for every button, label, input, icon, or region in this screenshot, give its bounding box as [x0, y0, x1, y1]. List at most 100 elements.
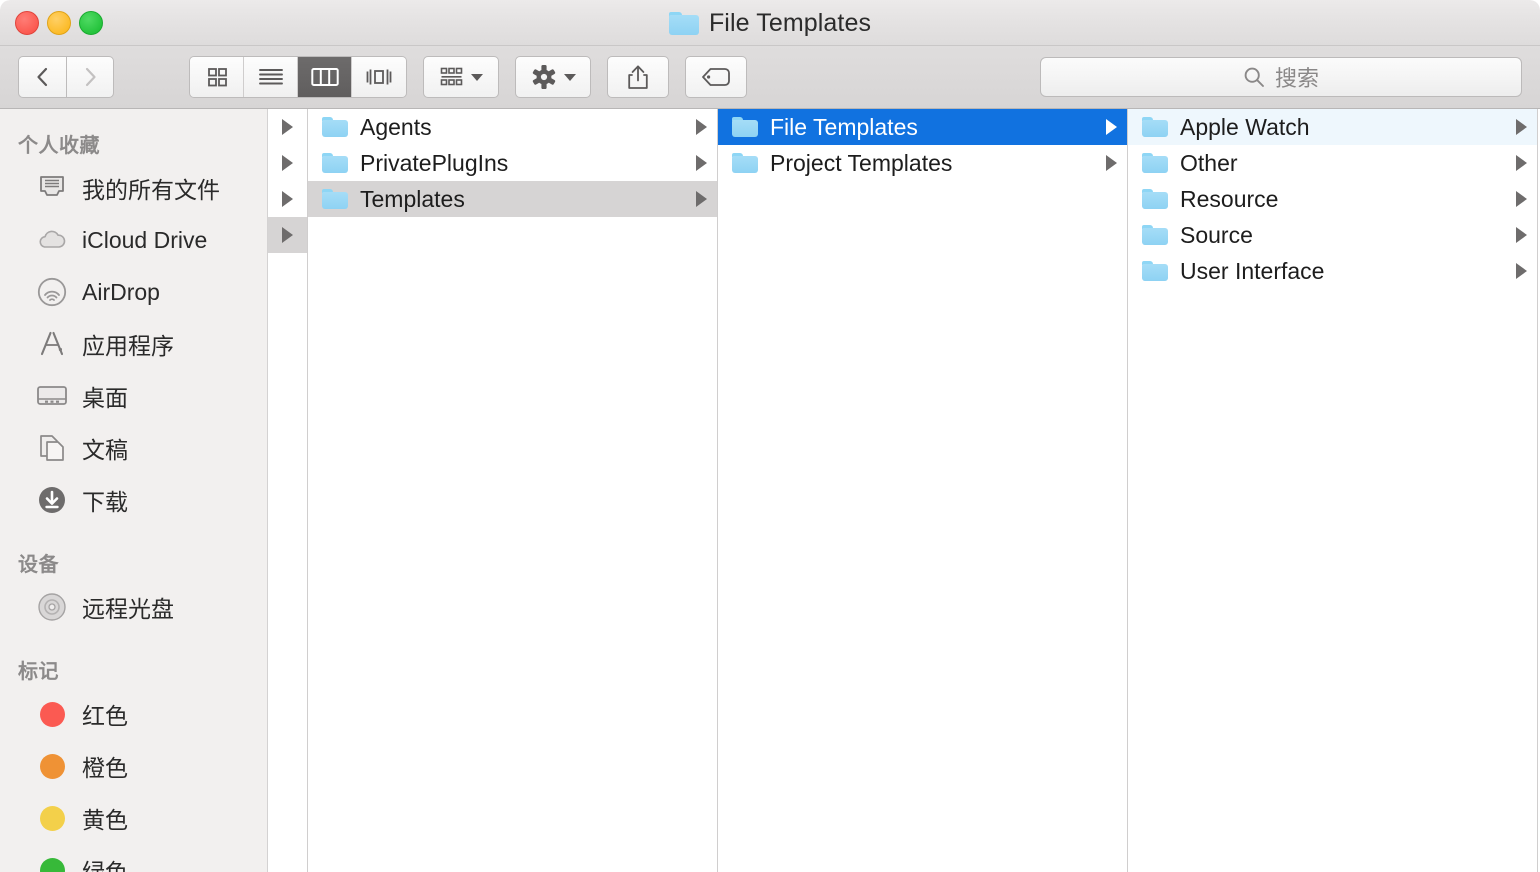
finder-window: File Templates 搜索 个人收藏 我的所有文件 iCloud Dri… [0, 0, 1540, 872]
column-3-row-source[interactable]: Source [1128, 217, 1537, 253]
sidebar-item-label: 桌面 [82, 385, 128, 411]
arrange-button[interactable] [423, 56, 499, 98]
column-2-row-file-templates[interactable]: File Templates [718, 109, 1127, 145]
toolbar: 搜索 [0, 46, 1540, 109]
folder-icon [732, 117, 758, 137]
gutter-disclosure-row[interactable] [268, 145, 307, 181]
sidebar-item-tag-red[interactable]: 红色 [0, 688, 267, 740]
disclosure-arrow-icon [282, 155, 293, 171]
sidebar-section-devices-header: 设备 [18, 554, 59, 576]
column-3-row-apple-watch[interactable]: Apple Watch [1128, 109, 1537, 145]
folder-icon [1142, 225, 1168, 245]
tag-dot-icon [36, 802, 68, 834]
column-1-row-privateplugins[interactable]: PrivatePlugIns [308, 145, 717, 181]
column-1-row-agents[interactable]: Agents [308, 109, 717, 145]
sidebar-item-documents[interactable]: 文稿 [0, 422, 267, 474]
file-name: Agents [360, 113, 432, 140]
disclosure-arrow-icon[interactable] [696, 155, 707, 171]
action-button[interactable] [515, 56, 591, 98]
coverflow-icon [366, 69, 392, 85]
sidebar-item-label: 远程光盘 [82, 596, 174, 622]
tags-button[interactable] [685, 56, 747, 98]
sidebar-item-label: AirDrop [82, 278, 160, 305]
gutter-disclosure-row[interactable] [268, 109, 307, 145]
column-2-row-project-templates[interactable]: Project Templates [718, 145, 1127, 181]
minimize-button[interactable] [47, 11, 71, 35]
gear-icon [532, 65, 555, 89]
sidebar-item-tag-yellow[interactable]: 黄色 [0, 792, 267, 844]
title-bar: File Templates [0, 0, 1540, 46]
column-3-row-other[interactable]: Other [1128, 145, 1537, 181]
navigation-buttons [18, 56, 114, 98]
view-mode-segmented-control [189, 56, 407, 98]
sidebar-item-remote-disc[interactable]: 远程光盘 [0, 581, 267, 633]
tag-dot-icon [36, 698, 68, 730]
chevron-left-icon [37, 67, 48, 87]
sidebar-item-downloads[interactable]: 下载 [0, 474, 267, 526]
disclosure-arrow-icon[interactable] [1106, 119, 1117, 135]
sidebar-item-label: 文稿 [82, 437, 128, 463]
file-name: Apple Watch [1180, 113, 1310, 140]
column-3-row-resource[interactable]: Resource [1128, 181, 1537, 217]
sidebar-item-all-my-files[interactable]: 我的所有文件 [0, 162, 267, 214]
list-view-button[interactable] [244, 57, 298, 97]
sidebar-item-tag-green[interactable]: 绿色 [0, 844, 267, 872]
search-field[interactable]: 搜索 [1040, 57, 1522, 97]
sidebar-item-airdrop[interactable]: AirDrop [0, 266, 267, 318]
documents-icon [36, 432, 68, 464]
sidebar-item-label: 下载 [82, 489, 128, 515]
disclosure-arrow-icon[interactable] [1516, 119, 1527, 135]
sidebar-item-label: 应用程序 [82, 333, 174, 359]
gutter-disclosure-row-selected[interactable] [268, 217, 307, 253]
column-1-row-templates[interactable]: Templates [308, 181, 717, 217]
forward-button[interactable] [66, 56, 114, 98]
columns-icon [310, 68, 339, 86]
gutter-disclosure-row[interactable] [268, 181, 307, 217]
sidebar-item-label: 黄色 [82, 807, 128, 833]
sidebar-item-desktop[interactable]: 桌面 [0, 370, 267, 422]
search-icon [1244, 67, 1264, 87]
sidebar-item-label: 红色 [82, 703, 128, 729]
sidebar-section-tags-header: 标记 [18, 661, 59, 683]
desktop-icon [36, 380, 68, 412]
folder-icon [322, 117, 348, 137]
folder-icon [1142, 261, 1168, 281]
disclosure-arrow-icon[interactable] [696, 119, 707, 135]
gallery-view-button[interactable] [352, 57, 406, 97]
applications-icon [36, 328, 68, 360]
column-view-button[interactable] [298, 57, 352, 97]
all-my-files-icon [36, 172, 68, 204]
disclosure-arrow-icon[interactable] [696, 191, 707, 207]
remote-disc-icon [36, 591, 68, 623]
back-button[interactable] [18, 56, 66, 98]
disclosure-arrow-icon[interactable] [1106, 155, 1117, 171]
column-3: Apple Watch Other Resource Source User I [1128, 109, 1538, 872]
parent-column-gutter[interactable] [268, 109, 308, 872]
column-2: File Templates Project Templates [718, 109, 1128, 872]
sidebar-item-label: 绿色 [82, 859, 128, 872]
tag-dot-icon [36, 854, 68, 872]
sidebar-item-applications[interactable]: 应用程序 [0, 318, 267, 370]
sidebar-item-tag-orange[interactable]: 橙色 [0, 740, 267, 792]
disclosure-arrow-icon [282, 191, 293, 207]
chevron-down-icon [563, 73, 576, 81]
tag-icon [702, 68, 730, 86]
file-name: User Interface [1180, 257, 1325, 284]
column-1: Agents PrivatePlugIns Templates [308, 109, 718, 872]
share-button[interactable] [607, 56, 669, 98]
icon-view-button[interactable] [190, 57, 244, 97]
file-name: Source [1180, 221, 1253, 248]
icloud-icon [36, 224, 68, 256]
disclosure-arrow-icon[interactable] [1516, 263, 1527, 279]
disclosure-arrow-icon[interactable] [1516, 155, 1527, 171]
sidebar-item-label: 我的所有文件 [82, 177, 220, 203]
file-name: File Templates [770, 113, 918, 140]
maximize-button[interactable] [79, 11, 103, 35]
disclosure-arrow-icon[interactable] [1516, 227, 1527, 243]
traffic-lights [15, 11, 103, 35]
column-3-row-user-interface[interactable]: User Interface [1128, 253, 1537, 289]
close-button[interactable] [15, 11, 39, 35]
disclosure-arrow-icon[interactable] [1516, 191, 1527, 207]
sidebar-item-icloud-drive[interactable]: iCloud Drive [0, 214, 267, 266]
folder-icon [732, 153, 758, 173]
